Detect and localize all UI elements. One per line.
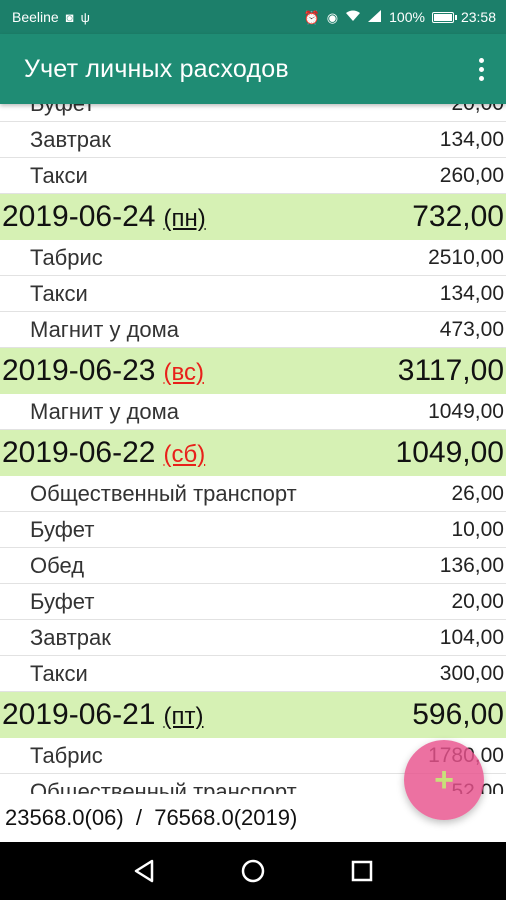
expense-name: Буфет (30, 516, 95, 542)
expense-list[interactable]: Буфет 20,00 Завтрак 134,00 Такси 260,00 2019-0… (0, 104, 506, 794)
clock: 23:58 (460, 9, 496, 25)
home-icon[interactable] (233, 851, 273, 891)
day-date: 2019-06-23 (2, 354, 156, 387)
sim-icon: ◙ (65, 9, 74, 25)
expense-name: Такси (30, 280, 88, 306)
expense-amount: 10,00 (451, 517, 504, 541)
expense-amount: 20,00 (451, 589, 504, 613)
day-header[interactable]: 2019-06-21 (пт) 596,00 (0, 692, 506, 738)
expense-name: Магнит у дома (30, 398, 180, 424)
expense-name: Обед (30, 552, 85, 578)
expense-amount: 104,00 (439, 625, 504, 649)
status-bar: Beeline ◙ ψ ⏰ ◉ 100% 23:58 (0, 0, 506, 34)
expense-name: Табрис (30, 742, 103, 768)
day-weekday: (сб) (163, 441, 206, 468)
day-label: 2019-06-23 (вс) (2, 354, 204, 388)
expense-name: Завтрак (30, 624, 111, 650)
expense-name: Такси (30, 660, 88, 686)
expense-amount: 260,00 (439, 163, 504, 187)
day-header[interactable]: 2019-06-22 (сб) 1049,00 (0, 430, 506, 476)
expense-name: Общественный транспорт (30, 480, 297, 506)
carrier-label: Beeline (12, 9, 59, 25)
navigation-bar (0, 842, 506, 900)
expense-amount: 136,00 (439, 553, 504, 577)
overflow-menu-icon[interactable] (473, 52, 490, 87)
expense-name: Завтрак (30, 126, 111, 152)
app-bar: Учет личных расходов (0, 34, 506, 104)
expense-amount: 134,00 (439, 281, 504, 305)
expense-amount: 26,00 (451, 481, 504, 505)
expense-row[interactable]: Табрис 2510,00 (0, 240, 506, 276)
day-total: 3117,00 (397, 354, 504, 387)
expense-row[interactable]: Буфет 20,00 (0, 584, 506, 620)
add-expense-button[interactable]: + (404, 740, 484, 820)
expense-name: Табрис (30, 244, 103, 270)
expense-row[interactable]: Буфет 20,00 (0, 104, 506, 122)
app-title: Учет личных расходов (24, 54, 289, 83)
expense-amount: 1049,00 (428, 399, 504, 423)
wifi-icon (345, 10, 361, 24)
day-weekday: (пт) (163, 703, 204, 730)
expense-row[interactable]: Завтрак 134,00 (0, 122, 506, 158)
expense-row[interactable]: Буфет 10,00 (0, 512, 506, 548)
expense-row[interactable]: Магнит у дома 1049,00 (0, 394, 506, 430)
day-total: 732,00 (412, 200, 504, 233)
expense-name: Буфет (30, 104, 94, 117)
day-weekday: (вс) (163, 359, 204, 386)
expense-row[interactable]: Магнит у дома 473,00 (0, 312, 506, 348)
usb-icon: ψ (80, 9, 90, 25)
battery-icon (431, 11, 457, 23)
battery-percent: 100% (389, 9, 425, 25)
expense-amount: 473,00 (439, 317, 504, 341)
recents-icon[interactable] (342, 851, 382, 891)
expense-name: Магнит у дома (30, 316, 180, 342)
expense-amount: 134,00 (439, 127, 504, 151)
expense-row[interactable]: Такси 300,00 (0, 656, 506, 692)
totals-summary: 23568.0(06) / 76568.0(2019) (5, 805, 298, 830)
expense-amount: 2510,00 (428, 245, 504, 269)
day-label: 2019-06-21 (пт) (2, 698, 203, 732)
day-header[interactable]: 2019-06-23 (вс) 3117,00 (0, 348, 506, 394)
day-total: 596,00 (412, 698, 504, 731)
expense-name: Общественный транспорт (30, 778, 297, 795)
day-label: 2019-06-24 (пн) (2, 200, 206, 234)
eye-icon: ◉ (326, 9, 339, 25)
alarm-icon: ⏰ (303, 9, 320, 25)
day-weekday: (пн) (163, 205, 206, 232)
expense-amount: 300,00 (439, 661, 504, 685)
day-label: 2019-06-22 (сб) (2, 436, 205, 470)
day-header[interactable]: 2019-06-24 (пн) 732,00 (0, 194, 506, 240)
expense-amount: 20,00 (451, 104, 504, 116)
day-total: 1049,00 (395, 436, 504, 469)
expense-row[interactable]: Такси 134,00 (0, 276, 506, 312)
expense-row[interactable]: Обед 136,00 (0, 548, 506, 584)
back-icon[interactable] (124, 851, 164, 891)
day-date: 2019-06-21 (2, 698, 156, 731)
expense-row[interactable]: Такси 260,00 (0, 158, 506, 194)
day-date: 2019-06-24 (2, 200, 156, 233)
expense-row[interactable]: Завтрак 104,00 (0, 620, 506, 656)
expense-name: Буфет (30, 588, 95, 614)
day-date: 2019-06-22 (2, 436, 156, 469)
expense-row[interactable]: Общественный транспорт 26,00 (0, 476, 506, 512)
plus-icon: + (434, 761, 454, 799)
signal-icon (368, 10, 382, 24)
expense-list-content: Буфет 20,00 Завтрак 134,00 Такси 260,00 2019-0… (0, 104, 506, 794)
expense-name: Такси (30, 162, 88, 188)
